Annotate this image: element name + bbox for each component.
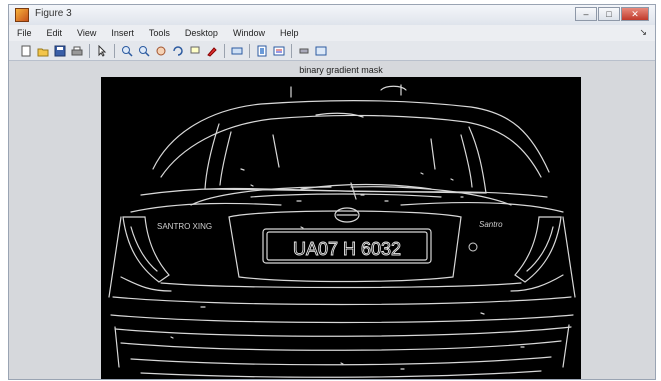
menu-bar: File Edit View Insert Tools Desktop Wind… <box>9 25 655 41</box>
menu-file[interactable]: File <box>17 28 32 38</box>
matlab-app-icon <box>15 8 29 22</box>
show-plot-tools-icon[interactable] <box>314 44 327 57</box>
edge-mask-image: SANTRO XING Santro UA07 H 6032 <box>108 84 576 378</box>
new-figure-icon[interactable] <box>19 44 32 57</box>
hide-plot-tools-icon[interactable] <box>297 44 310 57</box>
window-title: Figure 3 <box>35 8 72 19</box>
zoom-in-icon[interactable] <box>120 44 133 57</box>
menu-window[interactable]: Window <box>233 28 265 38</box>
pointer-icon[interactable] <box>95 44 108 57</box>
open-file-icon[interactable] <box>36 44 49 57</box>
menu-tools[interactable]: Tools <box>149 28 170 38</box>
data-cursor-icon[interactable] <box>188 44 201 57</box>
license-plate-text: UA07 H 6032 <box>293 239 401 259</box>
menu-insert[interactable]: Insert <box>111 28 134 38</box>
minimize-button[interactable]: – <box>575 7 597 21</box>
menu-edit[interactable]: Edit <box>47 28 63 38</box>
toolbar-separator <box>291 43 292 58</box>
menu-help[interactable]: Help <box>280 28 299 38</box>
save-icon[interactable] <box>53 44 66 57</box>
maximize-button[interactable]: □ <box>598 7 620 21</box>
brush-icon[interactable] <box>205 44 218 57</box>
figure-toolbar <box>9 41 655 61</box>
toolbar-separator <box>224 43 225 58</box>
print-icon[interactable] <box>70 44 83 57</box>
menu-view[interactable]: View <box>77 28 96 38</box>
title-bar[interactable]: Figure 3 – □ ✕ <box>9 5 655 26</box>
toolbar-separator <box>114 43 115 58</box>
badge-left-text: SANTRO XING <box>157 222 212 231</box>
pan-icon[interactable] <box>154 44 167 57</box>
toolbar-separator <box>249 43 250 58</box>
dock-arrow-icon[interactable]: ↘ <box>639 27 647 38</box>
badge-right-text: Santro <box>479 220 503 229</box>
menu-desktop[interactable]: Desktop <box>185 28 218 38</box>
axes-title: binary gradient mask <box>299 65 383 75</box>
window-controls: – □ ✕ <box>575 7 649 21</box>
figure-window: Figure 3 – □ ✕ File Edit View Insert Too… <box>8 4 656 380</box>
toolbar-separator <box>89 43 90 58</box>
close-button[interactable]: ✕ <box>621 7 649 21</box>
legend-icon[interactable] <box>272 44 285 57</box>
rotate-3d-icon[interactable] <box>171 44 184 57</box>
link-plot-icon[interactable] <box>230 44 243 57</box>
image-axes[interactable]: SANTRO XING Santro UA07 H 6032 <box>101 77 581 379</box>
badge-right-emblem <box>468 242 478 252</box>
zoom-out-icon[interactable] <box>137 44 150 57</box>
colorbar-icon[interactable] <box>255 44 268 57</box>
